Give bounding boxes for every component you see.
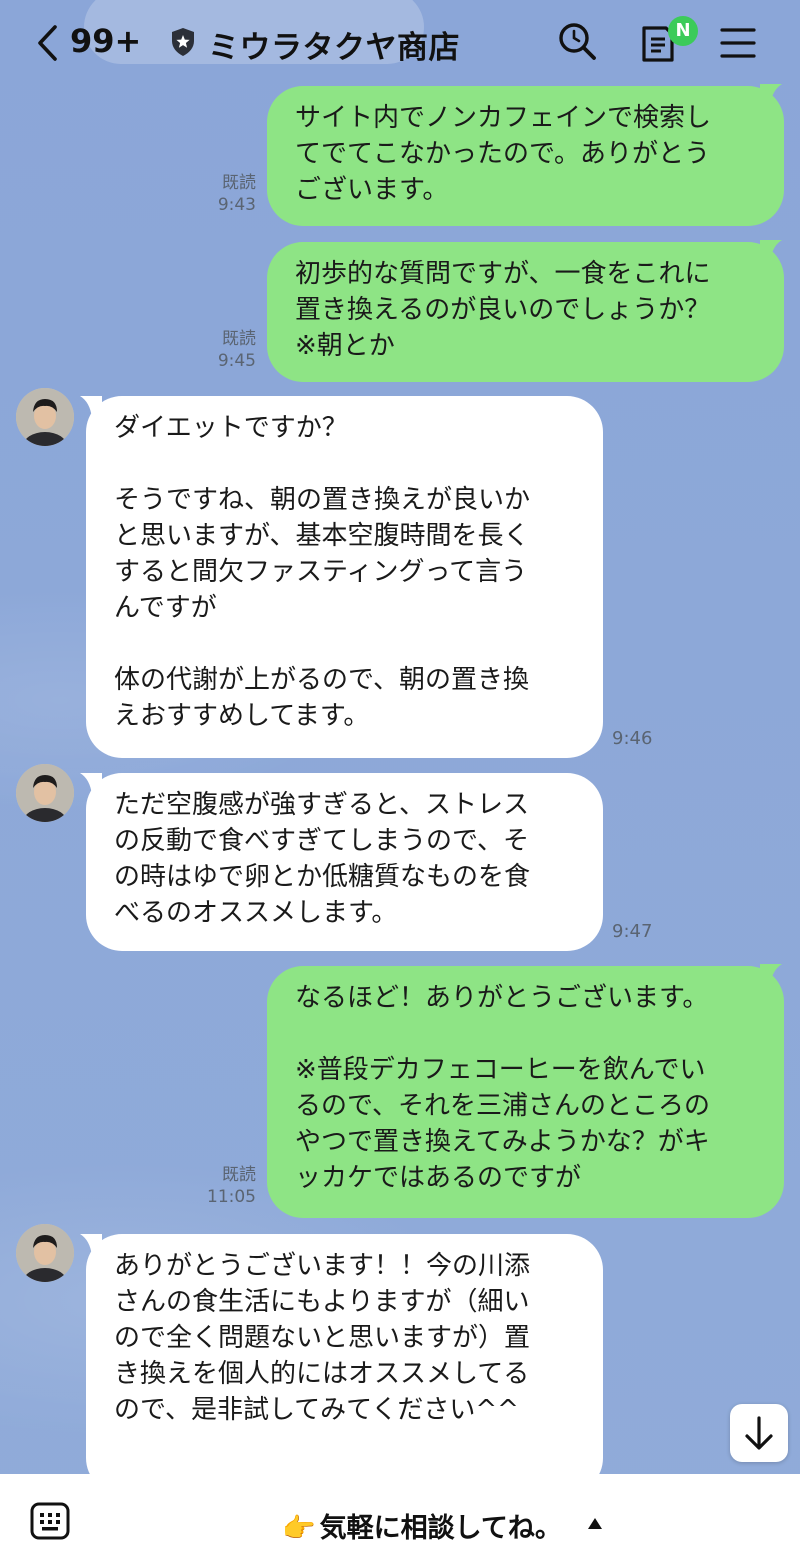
read-receipt: 既読 — [222, 329, 256, 349]
person-avatar-icon — [16, 764, 74, 822]
arrow-down-icon — [745, 1416, 773, 1450]
keyboard-icon[interactable] — [30, 1502, 70, 1540]
avatar[interactable] — [16, 1224, 74, 1282]
rich-menu-label: 気軽に相談してね。 — [319, 1513, 562, 1544]
person-avatar-icon — [16, 1224, 74, 1282]
search-icon[interactable] — [556, 20, 598, 62]
message-bubble-incoming[interactable]: ありがとうございます！！今の川添 さんの食生活にもよりますが（細い ので全く問題… — [86, 1234, 603, 1494]
chat-header: 99+ ミウラタクヤ商店 N — [0, 0, 800, 86]
pointing-hand-icon: 👉 — [282, 1513, 316, 1544]
message-meta: 既読 9:43 — [196, 172, 256, 216]
message-time: 9:46 — [612, 728, 653, 749]
menu-icon[interactable] — [720, 26, 756, 60]
message-time: 9:45 — [217, 351, 256, 371]
message-bubble-incoming[interactable]: ダイエットですか？ そうですね、朝の置き換えが良いか と思いますが、基本空腹時間… — [86, 396, 603, 758]
message-bubble-outgoing[interactable]: なるほど！ありがとうございます。 ※普段デカフェコーヒーを飲んでい るので、それ… — [267, 966, 784, 1218]
unread-count[interactable]: 99+ — [70, 22, 141, 60]
message-meta: 既読 9:45 — [196, 328, 256, 372]
avatar[interactable] — [16, 388, 74, 446]
message-time: 9:47 — [612, 921, 653, 942]
message-bubble-outgoing[interactable]: サイト内でノンカフェインで検索し てでてこなかったので。ありがとう ございます。 — [267, 86, 784, 226]
rich-menu-toggle[interactable]: 👉 気軽に相談してね。 — [282, 1506, 562, 1545]
person-avatar-icon — [16, 388, 74, 446]
message-time: 11:05 — [207, 1187, 256, 1207]
rich-menu-bar: 👉 気軽に相談してね。 — [0, 1474, 800, 1562]
chevron-left-icon[interactable] — [36, 24, 58, 62]
message-bubble-outgoing[interactable]: 初歩的な質問ですが、一食をこれに 置き換えるのが良いのでしょうか？ ※朝とか — [267, 242, 784, 382]
read-receipt: 既読 — [222, 1165, 256, 1185]
scroll-to-bottom-button[interactable] — [730, 1404, 788, 1462]
shield-star-icon — [172, 28, 194, 56]
new-badge: N — [668, 16, 698, 46]
message-time: 9:43 — [217, 195, 256, 215]
avatar[interactable] — [16, 764, 74, 822]
message-bubble-incoming[interactable]: ただ空腹感が強すぎると、ストレス の反動で食べすぎてしまうので、そ の時はゆで卵… — [86, 773, 603, 951]
read-receipt: 既読 — [222, 173, 256, 193]
caret-up-icon[interactable] — [588, 1518, 602, 1529]
chat-title[interactable]: ミウラタクヤ商店 — [208, 22, 460, 67]
message-meta: 既読 11:05 — [196, 1164, 256, 1208]
